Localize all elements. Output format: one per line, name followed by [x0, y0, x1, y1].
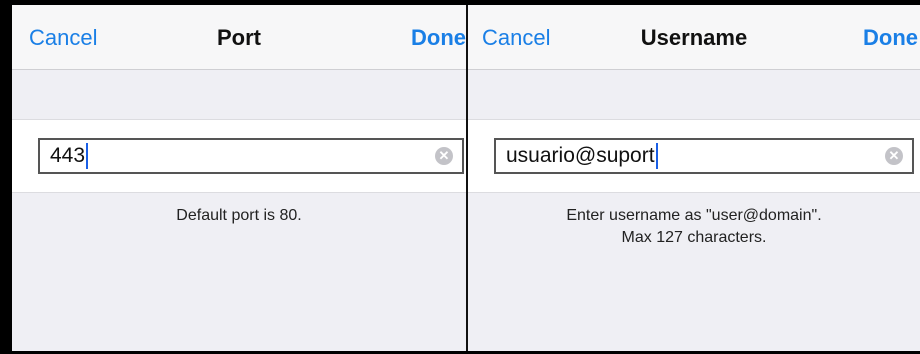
done-button[interactable]: Done: [863, 25, 918, 51]
username-settings-screen: Cancel Username Done usuario@suport ✕ En…: [468, 5, 920, 351]
done-button[interactable]: Done: [411, 25, 466, 51]
field-hint: Default port is 80.: [12, 205, 466, 227]
text-caret: [655, 143, 658, 169]
clear-field-icon[interactable]: ✕: [885, 147, 903, 165]
field-hint: Enter username as "user@domain". Max 127…: [468, 205, 920, 249]
page-title: Port: [217, 25, 261, 50]
hint-line: Max 127 characters.: [621, 229, 767, 246]
port-input[interactable]: 443 ✕: [38, 138, 464, 174]
text-caret: [86, 143, 89, 169]
username-input[interactable]: usuario@suport ✕: [494, 138, 914, 174]
page-title: Username: [640, 25, 748, 50]
input-cell: usuario@suport ✕: [468, 119, 920, 193]
port-settings-screen: Cancel Port Done 443 ✕ Default port is 8…: [12, 5, 466, 351]
navigation-bar: Cancel Port Done: [12, 5, 466, 70]
screenshot-frame: Cancel Port Done 443 ✕ Default port is 8…: [0, 0, 920, 354]
hint-line: Enter username as "user@domain".: [566, 207, 822, 224]
navigation-bar: Cancel Username Done: [468, 5, 920, 70]
clear-field-icon[interactable]: ✕: [435, 147, 453, 165]
hint-line: Default port is 80.: [176, 207, 302, 224]
port-input-value: 443: [50, 144, 86, 167]
input-cell: 443 ✕: [12, 119, 466, 193]
username-input-value: usuario@suport: [506, 144, 655, 167]
